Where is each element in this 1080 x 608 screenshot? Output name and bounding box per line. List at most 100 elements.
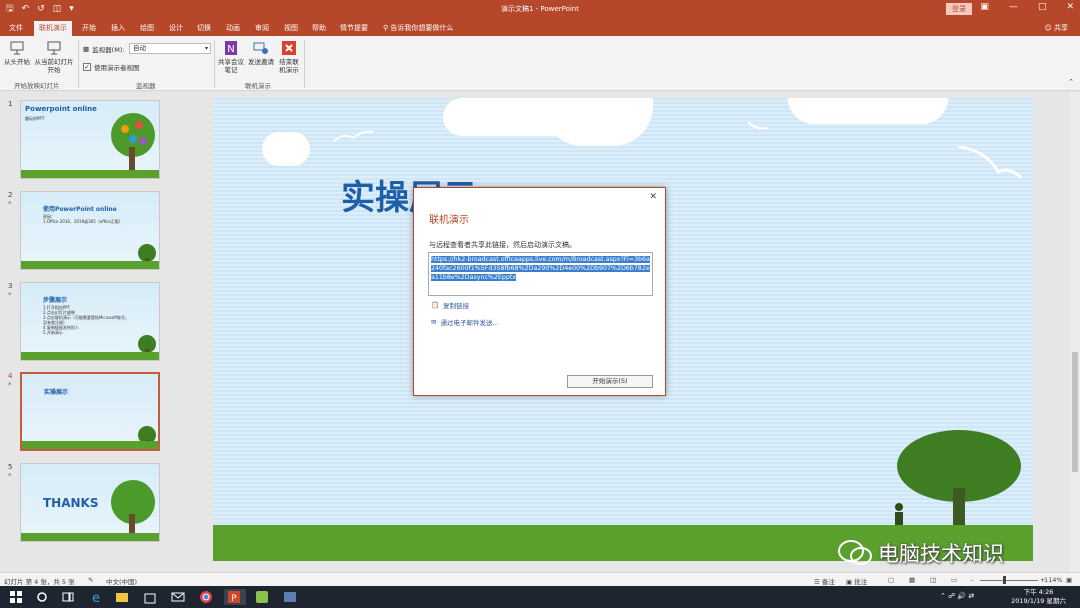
window-controls: ▣ — □ ✕ bbox=[980, 2, 1074, 12]
login-button[interactable]: 登录 bbox=[946, 3, 972, 15]
lightbulb-icon: ⚲ bbox=[383, 24, 389, 32]
tab-transitions[interactable]: 切换 bbox=[192, 21, 216, 36]
send-email-button[interactable]: ✉ 通过电子邮件发送... bbox=[431, 317, 499, 327]
slide-thumbnail-1[interactable]: Powerpoint online 趣玩的PPT bbox=[20, 100, 160, 179]
notes-button[interactable]: ☰ 备注 bbox=[814, 576, 835, 586]
start-presenting-button[interactable]: 开始演示(S) bbox=[567, 375, 653, 388]
grass bbox=[21, 352, 159, 360]
slide-sorter-icon[interactable]: ▦ bbox=[909, 576, 915, 584]
broadcast-link-field[interactable]: https://hk2-broadcast.officeapps.live.co… bbox=[428, 252, 653, 296]
monitor-select[interactable]: 自动 ▾ bbox=[129, 43, 211, 54]
task-view-icon[interactable] bbox=[60, 589, 76, 605]
title-bar: 🖫 ↶ ↺ ◫ ▾ 演示文稿1 - PowerPoint 登录 ▣ — □ ✕ bbox=[0, 0, 1080, 19]
cloud bbox=[543, 98, 653, 146]
online-present-dialog: ✕ 联机演示 与远程查看者共享此链接，然后启动演示文稿。 https://hk2… bbox=[413, 187, 666, 396]
minimize-icon[interactable]: — bbox=[1009, 2, 1018, 12]
monitor-label: 监视器(M): bbox=[92, 46, 125, 54]
slide-thumbnails-pane: 1 Powerpoint online 趣玩的PPT 2 * 使用PowerPo… bbox=[0, 92, 175, 572]
windows-start-icon[interactable] bbox=[8, 589, 24, 605]
thumbnail-title: THANKS bbox=[43, 496, 99, 510]
tab-design[interactable]: 设计 bbox=[164, 21, 188, 36]
normal-view-icon[interactable]: ▢ bbox=[888, 576, 894, 584]
tell-me-search[interactable]: ⚲ 告诉我你想要做什么 bbox=[383, 21, 453, 35]
slide-thumbnail-2[interactable]: 使用PowerPoint online 原因： 1.Office 2016、20… bbox=[20, 191, 160, 270]
tab-animations[interactable]: 动画 bbox=[221, 21, 245, 36]
copy-link-button[interactable]: 📋 复制链接 bbox=[431, 300, 469, 310]
thumbnail-subtitle: 趣玩的PPT bbox=[25, 116, 45, 121]
edge-browser-icon[interactable]: e bbox=[88, 589, 104, 605]
maximize-icon[interactable]: □ bbox=[1038, 2, 1047, 12]
search-icon[interactable] bbox=[34, 589, 50, 605]
scrollbar-thumb[interactable] bbox=[1072, 352, 1078, 472]
clock[interactable]: 下午 4:26 2019/1/19 星期六 bbox=[1011, 588, 1066, 606]
group-label-online: 联机演示 bbox=[245, 82, 271, 90]
svg-text:e: e bbox=[92, 591, 100, 605]
share-button[interactable]: ☺ 共享 bbox=[1044, 21, 1068, 35]
from-start-label: 从头开始 bbox=[4, 58, 30, 66]
monitor-value: 自动 bbox=[133, 44, 146, 52]
tab-draw[interactable]: 绘图 bbox=[135, 21, 159, 36]
send-invite-label: 发送邀请 bbox=[248, 58, 274, 66]
collapse-ribbon-icon[interactable]: ⌃ bbox=[1068, 78, 1074, 86]
watermark: 电脑技术知识 bbox=[838, 538, 1004, 568]
app-icon[interactable] bbox=[254, 589, 270, 605]
zoom-level[interactable]: 114% bbox=[1044, 576, 1063, 584]
share-notes-button[interactable]: N 共享会议 笔记 bbox=[216, 40, 246, 74]
slide-number: 2 bbox=[8, 191, 13, 199]
tab-storyboard[interactable]: 情节提要 bbox=[335, 21, 373, 36]
close-icon[interactable]: ✕ bbox=[1066, 2, 1074, 12]
tab-insert[interactable]: 插入 bbox=[106, 21, 130, 36]
zoom-slider[interactable] bbox=[980, 580, 1038, 581]
slide-thumbnail-3[interactable]: 步骤展示 1.打开相应PPT 2.点击幻灯片放映 3.点击联机演示（可能需要登陆… bbox=[20, 282, 160, 361]
language-indicator[interactable]: 中文(中国) bbox=[106, 576, 137, 586]
tab-file[interactable]: 文件 bbox=[4, 21, 28, 36]
vertical-scrollbar[interactable] bbox=[1070, 92, 1080, 572]
end-online-button[interactable]: 结束联 机演示 bbox=[276, 40, 302, 74]
slideshow-view-icon[interactable]: ▭ bbox=[951, 576, 957, 584]
thumbnail-title: 实操展示 bbox=[44, 389, 69, 396]
presenter-view-option[interactable]: ✓ 使用演示者视图 bbox=[83, 62, 140, 72]
slide-thumbnail-5[interactable]: THANKS bbox=[20, 463, 160, 542]
system-tray-icons[interactable]: ⌃ ☍ 🔊 ⇄ bbox=[940, 592, 974, 600]
share-notes-label-1: 共享会议 bbox=[218, 58, 244, 66]
tab-view[interactable]: 视图 bbox=[279, 21, 303, 36]
fit-to-window-icon[interactable]: ▣ bbox=[1066, 576, 1072, 584]
file-explorer-icon[interactable] bbox=[114, 589, 130, 605]
slide-thumbnail-4[interactable]: 实操展示 bbox=[20, 372, 160, 451]
watermark-text: 电脑技术知识 bbox=[878, 542, 1004, 566]
end-online-label-1: 结束联 bbox=[279, 58, 299, 66]
cloud bbox=[788, 98, 948, 124]
thumbnail-title: 使用PowerPoint online bbox=[43, 206, 117, 213]
tab-home[interactable]: 开始 bbox=[77, 21, 101, 36]
app-icon[interactable] bbox=[282, 589, 298, 605]
animation-star-icon: * bbox=[8, 291, 12, 299]
cloud bbox=[262, 132, 310, 166]
monitor-row: ▩ 监视器(M): bbox=[83, 44, 125, 54]
animation-star-icon: * bbox=[8, 200, 12, 208]
chrome-icon[interactable] bbox=[198, 589, 214, 605]
from-current-button[interactable]: 从当前幻灯片 开始 bbox=[32, 40, 76, 74]
tab-online-present[interactable]: 联机演示 bbox=[34, 21, 72, 36]
ribbon-display-icon[interactable]: ▣ bbox=[980, 2, 989, 12]
tab-help[interactable]: 帮助 bbox=[307, 21, 331, 36]
from-start-button[interactable]: 从头开始 bbox=[2, 40, 32, 66]
send-invite-button[interactable]: 发送邀请 bbox=[246, 40, 276, 66]
comments-button[interactable]: ▣ 批注 bbox=[846, 576, 867, 586]
powerpoint-icon[interactable]: P bbox=[224, 589, 246, 605]
send-invite-icon bbox=[253, 42, 268, 54]
store-icon[interactable] bbox=[142, 589, 158, 605]
grass bbox=[21, 533, 159, 541]
zoom-out-icon[interactable]: – bbox=[970, 576, 973, 584]
presenter-view-checkbox[interactable]: ✓ bbox=[83, 63, 91, 71]
group-label-monitor: 监视器 bbox=[136, 82, 156, 90]
spellcheck-icon[interactable]: ✎ bbox=[88, 576, 93, 584]
zoom-slider-thumb[interactable] bbox=[1003, 576, 1006, 584]
mail-icon[interactable] bbox=[170, 589, 186, 605]
close-icon[interactable]: ✕ bbox=[649, 192, 657, 202]
tab-review[interactable]: 审阅 bbox=[250, 21, 274, 36]
broadcast-link-text: https://hk2-broadcast.officeapps.live.co… bbox=[431, 256, 650, 281]
thumbnail-subtitle: 原因： 1.Office 2016、2019或365（office正版） bbox=[43, 214, 123, 224]
thumbnail-title: Powerpoint online bbox=[25, 105, 97, 113]
reading-view-icon[interactable]: ◫ bbox=[930, 576, 936, 584]
grass bbox=[21, 261, 159, 269]
